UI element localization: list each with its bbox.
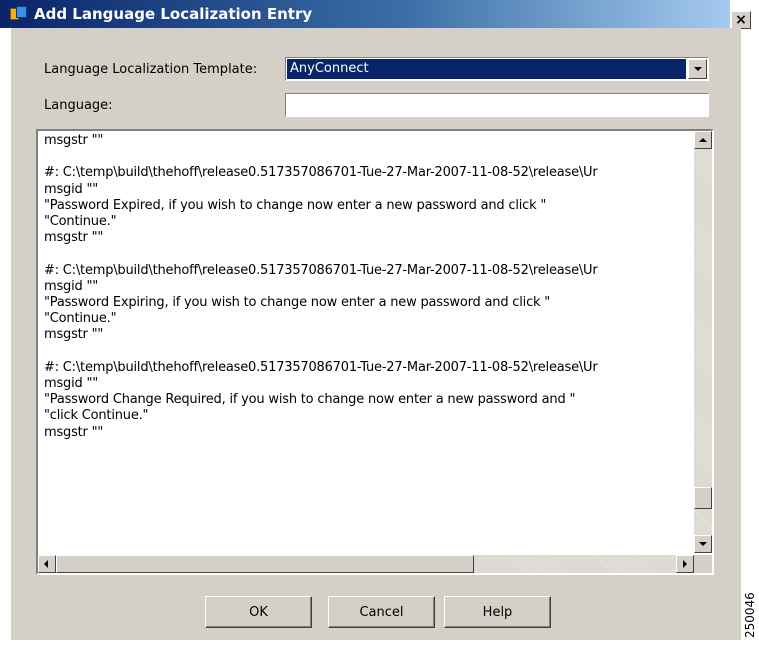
dialog-body: Language Localization Template: AnyConne…: [11, 28, 741, 640]
scroll-right-button[interactable]: [676, 555, 694, 573]
template-select-value[interactable]: AnyConnect: [287, 59, 686, 79]
editor-line[interactable]: "Password Expired, if you wish to change…: [44, 198, 676, 214]
editor-line[interactable]: [44, 246, 676, 262]
scroll-left-button[interactable]: [38, 555, 56, 573]
close-button[interactable]: ×: [731, 11, 751, 29]
arrow-right-icon: [683, 560, 687, 568]
editor-line[interactable]: msgstr "": [44, 133, 676, 149]
vertical-scrollbar[interactable]: [694, 131, 712, 553]
localization-text-editor[interactable]: msgstr "" #: C:\temp\build\thehoff\relea…: [36, 129, 714, 575]
editor-line[interactable]: [44, 344, 676, 360]
language-input[interactable]: [285, 93, 709, 117]
editor-line[interactable]: msgstr "": [44, 425, 676, 441]
editor-line[interactable]: "Continue.": [44, 311, 676, 327]
editor-text[interactable]: msgstr "" #: C:\temp\build\thehoff\relea…: [44, 133, 676, 553]
horizontal-scrollbar[interactable]: [38, 555, 694, 573]
title-bar[interactable]: Add Language Localization Entry: [0, 0, 730, 28]
arrow-up-icon: [699, 138, 707, 142]
editor-line[interactable]: msgstr "": [44, 327, 676, 343]
chevron-down-icon: [694, 67, 702, 71]
figure-id: 250046: [743, 592, 757, 638]
scrollbar-corner: [694, 555, 712, 573]
editor-line[interactable]: msgid "": [44, 279, 676, 295]
scroll-down-button[interactable]: [694, 535, 712, 553]
ok-button[interactable]: OK: [205, 596, 312, 628]
horizontal-scroll-thumb[interactable]: [56, 555, 474, 573]
editor-line[interactable]: msgid "": [44, 376, 676, 392]
scroll-up-button[interactable]: [694, 131, 712, 149]
editor-line[interactable]: "Continue.": [44, 214, 676, 230]
close-icon: ×: [735, 12, 747, 28]
editor-line[interactable]: #: C:\temp\build\thehoff\release0.517357…: [44, 360, 676, 376]
template-label: Language Localization Template:: [44, 62, 258, 77]
arrow-left-icon: [44, 560, 48, 568]
editor-line[interactable]: "Password Expiring, if you wish to chang…: [44, 295, 676, 311]
vertical-scroll-thumb[interactable]: [694, 487, 712, 509]
editor-line[interactable]: #: C:\temp\build\thehoff\release0.517357…: [44, 263, 676, 279]
editor-line[interactable]: "click Continue.": [44, 408, 676, 424]
language-label: Language:: [44, 98, 113, 113]
editor-line[interactable]: #: C:\temp\build\thehoff\release0.517357…: [44, 165, 676, 181]
template-select[interactable]: AnyConnect: [285, 57, 709, 81]
app-icon: [10, 6, 28, 22]
arrow-down-icon: [699, 542, 707, 546]
editor-line[interactable]: msgstr "": [44, 230, 676, 246]
editor-line[interactable]: msgid "": [44, 182, 676, 198]
editor-line[interactable]: [44, 149, 676, 165]
window-title: Add Language Localization Entry: [34, 5, 313, 23]
dropdown-button[interactable]: [688, 59, 707, 79]
help-button[interactable]: Help: [444, 596, 551, 628]
cancel-button[interactable]: Cancel: [328, 596, 435, 628]
editor-line[interactable]: "Password Change Required, if you wish t…: [44, 392, 676, 408]
